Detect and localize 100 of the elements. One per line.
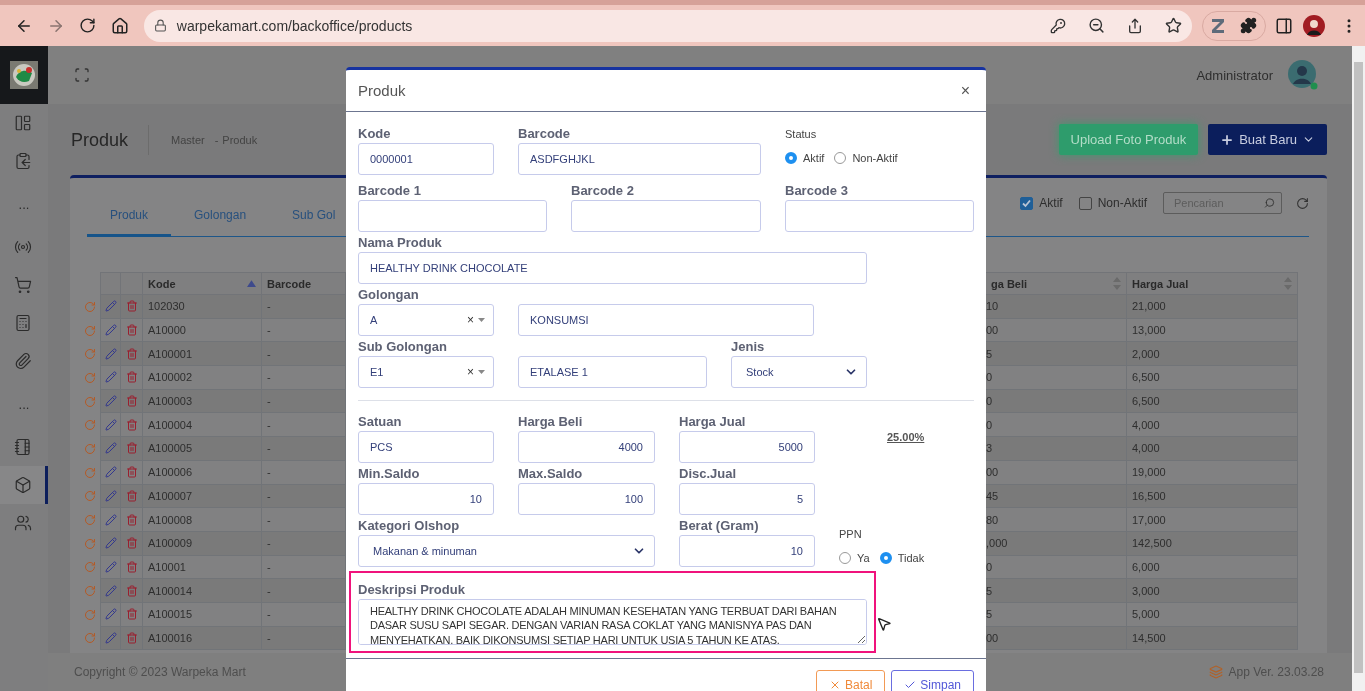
margin-percent: 25.00% xyxy=(887,431,925,443)
table-cell: A100015 xyxy=(143,602,262,627)
table-cell: - xyxy=(262,342,346,367)
table-cell: 5 xyxy=(986,579,1127,603)
table-cell: A100004 xyxy=(143,413,262,438)
table-cell: - xyxy=(262,413,346,438)
close-button[interactable]: × xyxy=(956,81,974,100)
radio-label: Tidak xyxy=(897,552,925,564)
input-field[interactable]: PCS xyxy=(358,431,494,463)
table-cell: 5 xyxy=(986,602,1127,627)
table-cell: A100014 xyxy=(143,579,262,603)
save-button[interactable]: Simpan xyxy=(891,670,974,691)
input-field[interactable]: 5000 xyxy=(679,431,815,463)
input-field[interactable]: 5 xyxy=(679,483,815,515)
table-cell: 21,000 xyxy=(1127,295,1298,319)
field-label: Kode xyxy=(358,125,392,143)
table-cell: 80 xyxy=(986,508,1127,532)
table-cell: 4,000 xyxy=(1127,437,1298,461)
table-cell: A10001 xyxy=(143,555,262,580)
input-field[interactable]: ASDFGHJKL xyxy=(518,143,761,175)
input-field[interactable]: ETALASE 1 xyxy=(518,356,707,388)
table-cell: A100003 xyxy=(143,389,262,414)
input-field[interactable]: HEALTHY DRINK CHOCOLATE xyxy=(358,252,867,284)
table-cell: 16,500 xyxy=(1127,484,1298,509)
field-label: Kategori Olshop xyxy=(358,517,461,535)
field-label: PPN xyxy=(839,527,863,542)
table-cell: - xyxy=(262,579,346,603)
table-cell: - xyxy=(262,437,346,461)
field-label: Barcode xyxy=(518,125,572,143)
table-cell: 00 xyxy=(986,460,1127,485)
field-label: Berat (Gram) xyxy=(679,517,760,535)
combo-field[interactable]: E1 × xyxy=(358,356,494,388)
column-header[interactable]: Harga Jual xyxy=(1127,272,1298,295)
table-cell: 0 xyxy=(986,413,1127,438)
description-field[interactable]: HEALTHY DRINK CHOCOLATE ADALAH MINUMAN KESEHATAN YANG TERBUAT DARI BAHAN DASAR SUSU SAPI SEGAR. DENGAN VARIAN RASA COKLAT YANG MANISNYA PAS DAN MENYEHATKAN. BAIK DIKONSUMSI SETIAP HARI UNTUK USIA 5 TAHUN KE ATAS. xyxy=(358,599,867,645)
column-header[interactable]: ga Beli xyxy=(986,272,1127,295)
table-cell: 6,000 xyxy=(1127,555,1298,580)
select-field[interactable]: Stock xyxy=(731,356,867,388)
radio-label: Non-Aktif xyxy=(852,152,898,164)
table-cell: - xyxy=(262,531,346,556)
table-cell: 14,500 xyxy=(1127,626,1298,651)
radio-label: Aktif xyxy=(803,152,825,164)
table-cell: 0 xyxy=(986,389,1127,414)
field-label: Max.Saldo xyxy=(518,465,584,483)
input-field[interactable]: 10 xyxy=(358,483,494,515)
table-cell: A100002 xyxy=(143,366,262,390)
table-cell: 00 xyxy=(986,626,1127,651)
field-label: Barcode 3 xyxy=(785,182,849,200)
table-cell: A100016 xyxy=(143,626,262,651)
field-label: Min.Saldo xyxy=(358,465,421,483)
field-label: Nama Produk xyxy=(358,234,443,252)
field-label: Harga Beli xyxy=(518,413,584,431)
breadcrumb-separator: - xyxy=(214,133,219,146)
input-field[interactable]: KONSUMSI xyxy=(518,304,814,336)
table-cell: ,000 xyxy=(986,531,1127,556)
clear-icon[interactable]: × xyxy=(467,313,474,327)
column-header[interactable]: Barcode xyxy=(262,272,346,295)
table-cell: 00 xyxy=(986,318,1127,343)
section-dots: ... xyxy=(18,196,30,212)
field-label: Harga Jual xyxy=(679,413,747,431)
table-cell: 4,000 xyxy=(1127,413,1298,438)
breadcrumb-current: Produk xyxy=(222,133,258,146)
clear-icon[interactable]: × xyxy=(467,365,474,379)
input-field[interactable]: 4000 xyxy=(518,431,655,463)
table-cell: 102030 xyxy=(143,295,262,319)
table-cell: 19,000 xyxy=(1127,460,1298,485)
table-cell: - xyxy=(262,318,346,343)
table-cell: - xyxy=(262,295,346,319)
table-cell: A100007 xyxy=(143,484,262,509)
field-label: Golongan xyxy=(358,286,420,304)
input-field[interactable]: 10 xyxy=(679,535,815,567)
table-cell: - xyxy=(262,602,346,627)
page-title: Produk xyxy=(71,124,150,155)
table-cell: 6,500 xyxy=(1127,389,1298,414)
address-bar[interactable]: warpekamart.com/backoffice/products xyxy=(143,9,1193,42)
dialog-title: Produk xyxy=(358,82,406,99)
create-button[interactable]: Buat Baru xyxy=(1208,124,1327,155)
user-name: Administrator xyxy=(1196,67,1273,83)
table-cell: 0 xyxy=(986,366,1127,390)
field-label: Satuan xyxy=(358,413,403,431)
select-field[interactable]: Makanan & minuman xyxy=(358,535,655,567)
input-field[interactable]: 0000001 xyxy=(358,143,494,175)
table-cell: 3,000 xyxy=(1127,579,1298,603)
field-label: Barcode 1 xyxy=(358,182,422,200)
field-label: Jenis xyxy=(731,338,766,356)
table-cell: 6,500 xyxy=(1127,366,1298,390)
table-cell: 10 xyxy=(986,295,1127,319)
table-cell: 5 xyxy=(986,342,1127,367)
table-cell: 142,500 xyxy=(1127,531,1298,556)
combo-field[interactable]: A × xyxy=(358,304,494,336)
section-dots: ... xyxy=(18,396,30,412)
input-field[interactable]: 100 xyxy=(518,483,655,515)
table-cell: - xyxy=(262,508,346,532)
table-cell: - xyxy=(262,626,346,651)
table-cell: 2,000 xyxy=(1127,342,1298,367)
table-cell: A100009 xyxy=(143,531,262,556)
field-label: Sub Golongan xyxy=(358,338,448,356)
column-header[interactable]: Kode xyxy=(143,272,262,295)
table-cell: 5,000 xyxy=(1127,602,1298,627)
table-cell: A10000 xyxy=(143,318,262,343)
